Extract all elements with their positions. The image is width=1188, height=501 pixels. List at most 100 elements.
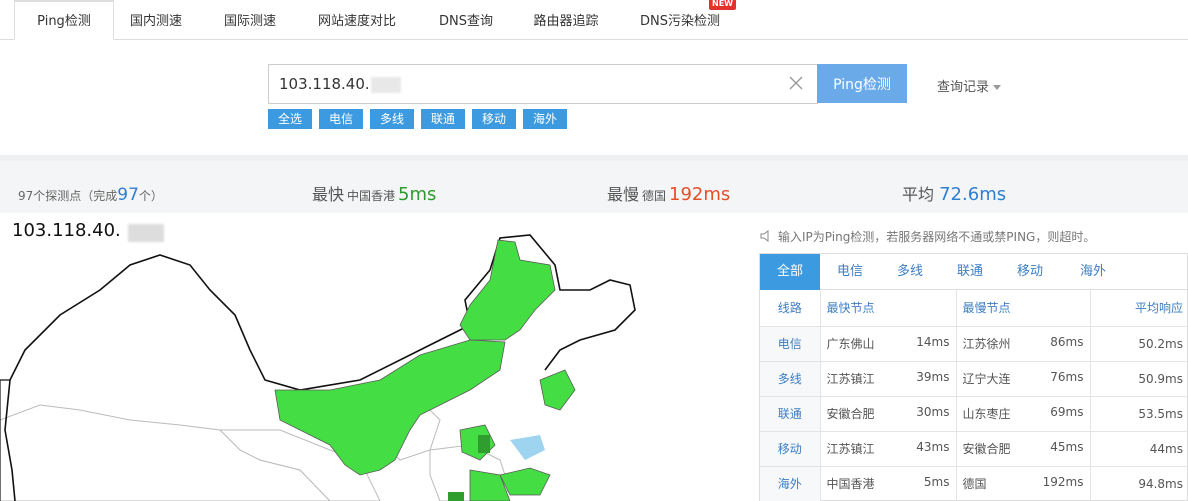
row-slowest: 安徽合肥 45ms: [956, 431, 1091, 467]
tab-label: 国际测速: [223, 14, 276, 29]
row-line: 电信: [760, 326, 821, 362]
row-average: 94.8ms: [1090, 466, 1188, 501]
tab-label: 网站速度对比: [317, 14, 396, 29]
ping-notice: 输入IP为Ping检测，若服务器网络不通或禁PING，则超时。: [760, 228, 1095, 245]
chip-overseas[interactable]: 海外: [523, 109, 567, 129]
table-row: 电信 广东佛山 14ms 江苏徐州 86ms 50.2ms: [760, 326, 1188, 362]
row-fastest: 安徽合肥 30ms: [820, 396, 957, 432]
node-ms: 43ms: [916, 440, 950, 454]
new-badge: NEW: [709, 0, 736, 10]
tab-dns-query[interactable]: DNS查询: [426, 0, 506, 40]
row-slowest: 江苏徐州 86ms: [956, 326, 1091, 362]
stats-bar: 97个探测点（完成97个） 最快 中国香港 5ms 最慢 德国 192ms 平均 72.…: [0, 155, 1188, 213]
node-ms: 5ms: [923, 475, 950, 489]
node-name: 江苏徐州: [962, 337, 1011, 351]
header-fastest: 最快节点: [820, 290, 957, 327]
table-header-row: 线路 最快节点 最慢节点 平均响应: [760, 290, 1188, 327]
ping-button[interactable]: Ping检测: [817, 64, 907, 103]
tab-label: Ping检测: [37, 14, 91, 29]
node-name: 中国香港: [826, 477, 875, 491]
stat-slowest: 最慢 德国 192ms: [607, 181, 730, 205]
clear-icon[interactable]: [787, 74, 805, 92]
tab-domestic-speed[interactable]: 国内测速: [116, 0, 196, 40]
node-ms: 45ms: [1050, 440, 1084, 454]
node-ms: 14ms: [916, 335, 950, 349]
node-ms: 30ms: [916, 405, 950, 419]
node-ms: 69ms: [1050, 405, 1084, 419]
tab-site-compare[interactable]: 网站速度对比: [304, 0, 410, 40]
top-tab-bar: Ping检测 国内测速 国际测速 网站速度对比 DNS查询 路由器追踪 DNS污…: [0, 0, 1188, 40]
probe-count: 97个探测点（完成97个）: [18, 185, 163, 205]
tab-ping[interactable]: Ping检测: [14, 0, 114, 40]
china-ping-map[interactable]: [0, 230, 660, 501]
row-average: 50.2ms: [1090, 326, 1188, 362]
probe-done-count: 97: [117, 185, 139, 205]
search-box: [268, 64, 818, 104]
node-name: 安徽合肥: [826, 407, 875, 421]
stat-label: 最慢: [607, 185, 640, 204]
header-line: 线路: [760, 290, 821, 327]
probe-count-prefix: 97个探测点（完成: [18, 189, 118, 203]
tab-label: 路由器追踪: [533, 14, 599, 29]
chip-mobile[interactable]: 移动: [472, 109, 516, 129]
row-average: 53.5ms: [1090, 396, 1188, 432]
node-ms: 192ms: [1042, 475, 1084, 489]
header-slowest: 最慢节点: [956, 290, 1091, 327]
province-shaanxi-dark[interactable]: [448, 492, 464, 501]
stat-label: 平均: [902, 185, 935, 204]
row-average: 50.9ms: [1090, 361, 1188, 397]
tab-label: DNS查询: [439, 14, 493, 29]
node-name: 广东佛山: [826, 337, 875, 351]
row-slowest: 山东枣庄 69ms: [956, 396, 1091, 432]
line-tab-unicom[interactable]: 联通: [940, 254, 1000, 290]
table-row: 海外 中国香港 5ms 德国 192ms 94.8ms: [760, 466, 1188, 501]
search-input[interactable]: [269, 65, 779, 103]
bohai-sea: [510, 435, 545, 460]
chip-unicom[interactable]: 联通: [421, 109, 465, 129]
stat-value: 72.6ms: [939, 184, 1007, 205]
table-row: 多线 江苏镇江 39ms 辽宁大连 76ms 50.9ms: [760, 361, 1188, 397]
chip-select-all[interactable]: 全选: [268, 109, 312, 129]
node-name: 江苏镇江: [826, 442, 875, 456]
line-tabs: 全部 电信 多线 联通 移动 海外: [760, 254, 1188, 290]
line-tab-overseas[interactable]: 海外: [1060, 254, 1126, 290]
line-tab-telecom[interactable]: 电信: [820, 254, 880, 290]
tab-international-speed[interactable]: 国际测速: [210, 0, 290, 40]
redacted-ip-segment: [371, 77, 401, 93]
node-name: 山东枣庄: [962, 407, 1011, 421]
province-liaoning[interactable]: [539, 369, 576, 411]
row-fastest: 广东佛山 14ms: [820, 326, 957, 362]
node-name: 江苏镇江: [826, 372, 875, 386]
stat-location: 中国香港: [347, 189, 396, 203]
chip-telecom[interactable]: 电信: [319, 109, 363, 129]
notice-text: 输入IP为Ping检测，若服务器网络不通或禁PING，则超时。: [778, 230, 1096, 244]
tab-traceroute[interactable]: 路由器追踪: [522, 0, 610, 40]
line-tab-all[interactable]: 全部: [760, 254, 820, 290]
header-average: 平均响应: [1090, 290, 1188, 327]
line-tab-multiline[interactable]: 多线: [880, 254, 940, 290]
map-provinces-background: [0, 399, 511, 501]
tab-dns-pollution[interactable]: DNS污染检测 NEW: [636, 0, 736, 40]
row-fastest: 江苏镇江 39ms: [820, 361, 957, 397]
row-slowest: 德国 192ms: [956, 466, 1091, 501]
node-ms: 39ms: [916, 370, 950, 384]
caret-down-icon: [993, 85, 1002, 90]
history-dropdown[interactable]: 查询记录: [937, 76, 1002, 95]
row-fastest: 江苏镇江 43ms: [820, 431, 957, 467]
node-name: 安徽合肥: [962, 442, 1011, 456]
row-line: 联通: [760, 396, 821, 432]
row-line: 海外: [760, 466, 821, 501]
row-line: 多线: [760, 361, 821, 397]
row-slowest: 辽宁大连 76ms: [956, 361, 1091, 397]
node-ms: 86ms: [1050, 335, 1084, 349]
node-name: 德国: [962, 477, 987, 491]
chip-multiline[interactable]: 多线: [370, 109, 414, 129]
probe-count-suffix: 个）: [138, 189, 163, 203]
province-beijing-dark[interactable]: [478, 435, 490, 453]
stat-fastest: 最快 中国香港 5ms: [312, 181, 436, 205]
row-average: 44ms: [1090, 431, 1188, 467]
line-tab-mobile[interactable]: 移动: [1000, 254, 1060, 290]
country-border: [9, 234, 636, 391]
row-line: 移动: [760, 431, 821, 467]
table-row: 联通 安徽合肥 30ms 山东枣庄 69ms 53.5ms: [760, 396, 1188, 432]
